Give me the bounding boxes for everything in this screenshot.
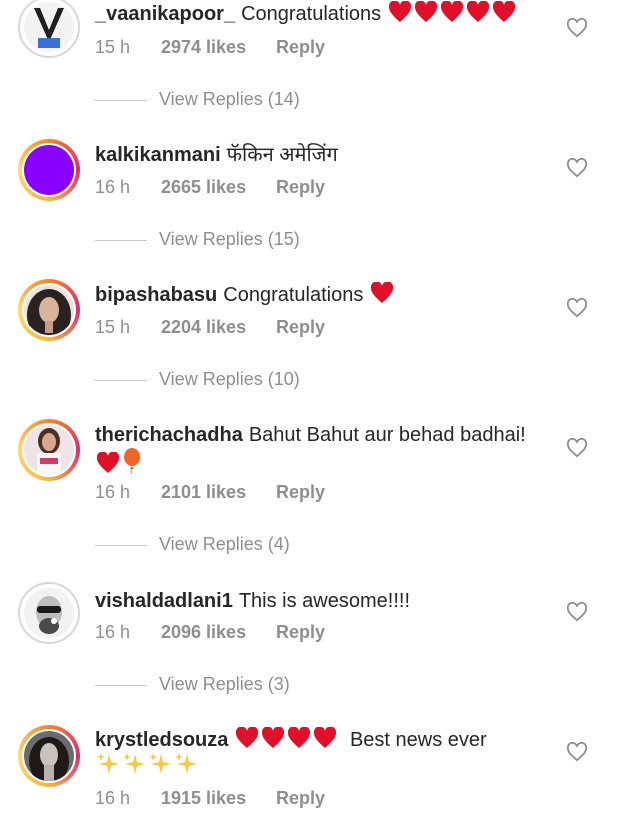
red-heart-icon (414, 1, 437, 22)
avatar[interactable] (18, 279, 80, 341)
username[interactable]: _vaanikapoor_ (95, 3, 235, 25)
sparkles-icon (97, 753, 119, 774)
emoji-line (95, 752, 199, 780)
red-heart-icon (314, 727, 337, 748)
view-replies-label: View Replies (3) (159, 674, 290, 694)
like-heart-icon[interactable] (566, 742, 588, 762)
like-heart-icon[interactable] (566, 158, 588, 178)
like-heart-icon[interactable] (566, 602, 588, 622)
reply-button[interactable]: Reply (276, 482, 325, 503)
reply-button[interactable]: Reply (276, 177, 325, 198)
view-replies-button[interactable]: View Replies (14) (95, 89, 300, 110)
divider (95, 239, 147, 241)
red-heart-icon (96, 452, 120, 473)
avatar[interactable] (18, 582, 80, 644)
sparkles-icon (175, 753, 197, 774)
username[interactable]: bipashabasu (95, 284, 217, 306)
reply-button[interactable]: Reply (276, 788, 325, 809)
likes-count[interactable]: 2974 likes (161, 37, 276, 58)
heart-emoji-group (234, 727, 338, 751)
like-heart-icon[interactable] (566, 298, 588, 318)
emoji-line (95, 448, 143, 478)
comment-time: 15 h (95, 317, 131, 337)
avatar[interactable] (18, 419, 80, 481)
red-heart-icon (466, 1, 489, 22)
view-replies-button[interactable]: View Replies (10) (95, 369, 300, 390)
avatar[interactable] (18, 0, 80, 58)
comment-text: Congratulations (223, 284, 364, 306)
view-replies-button[interactable]: View Replies (4) (95, 534, 290, 555)
username[interactable]: krystledsouza (95, 729, 228, 751)
heart-emoji-group (381, 1, 517, 25)
likes-count[interactable]: 2096 likes (161, 622, 276, 643)
reply-button[interactable]: Reply (276, 317, 325, 338)
view-replies-button[interactable]: View Replies (15) (95, 229, 300, 250)
red-heart-icon (492, 1, 515, 22)
avatar[interactable] (18, 725, 80, 787)
sparkles-icon (149, 753, 171, 774)
comment-time: 15 h (95, 37, 131, 57)
divider (95, 379, 147, 381)
username[interactable]: therichachadha (95, 424, 243, 446)
comment-time: 16 h (95, 177, 131, 197)
comment-text: Best news ever (349, 729, 487, 751)
comment-time: 16 h (95, 622, 131, 642)
red-heart-icon (288, 727, 311, 748)
comment-time: 16 h (95, 482, 131, 502)
divider (95, 99, 147, 101)
like-heart-icon[interactable] (566, 18, 588, 38)
sparkles-icon (123, 753, 145, 774)
comment-time: 16 h (95, 788, 131, 808)
username[interactable]: vishaldadlani1 (95, 590, 233, 612)
username[interactable]: kalkikanmani (95, 144, 221, 166)
likes-count[interactable]: 2101 likes (161, 482, 276, 503)
reply-button[interactable]: Reply (276, 37, 325, 58)
red-heart-icon (236, 727, 259, 748)
reply-button[interactable]: Reply (276, 622, 325, 643)
likes-count[interactable]: 1915 likes (161, 788, 276, 809)
view-replies-label: View Replies (10) (159, 369, 300, 389)
comment-text: फॅकिन अमेजिंग (226, 144, 338, 166)
like-heart-icon[interactable] (566, 438, 588, 458)
comment-text: Congratulations (241, 3, 382, 25)
view-replies-label: View Replies (4) (159, 534, 290, 554)
comment-text: This is awesome!!!! (238, 590, 411, 612)
likes-count[interactable]: 2665 likes (161, 177, 276, 198)
view-replies-label: View Replies (15) (159, 229, 300, 249)
red-heart-icon (370, 282, 393, 303)
view-replies-button[interactable]: View Replies (3) (95, 674, 290, 695)
divider (95, 684, 147, 686)
view-replies-label: View Replies (14) (159, 89, 300, 109)
divider (95, 544, 147, 546)
red-heart-icon (440, 1, 463, 22)
red-heart-icon (262, 727, 285, 748)
red-heart-icon (388, 1, 411, 22)
balloon-icon (124, 448, 140, 474)
comment-text: Bahut Bahut aur behad badhai! (248, 424, 526, 446)
avatar[interactable] (18, 139, 80, 201)
likes-count[interactable]: 2204 likes (161, 317, 276, 338)
